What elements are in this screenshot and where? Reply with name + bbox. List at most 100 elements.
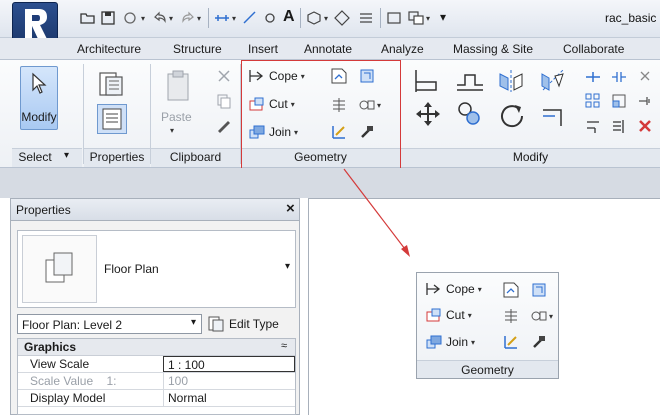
paint-icon — [531, 311, 547, 321]
modify-panel-label: Modify — [512, 150, 549, 164]
cursor-arrow-icon — [32, 72, 47, 94]
callout-panel-label: Geometry — [417, 360, 558, 378]
edit-type-label: Edit Type — [229, 317, 279, 331]
switch-windows-dropdown-icon[interactable]: ▾ — [426, 14, 430, 23]
property-row: Scale Value 1: 100 — [18, 373, 295, 390]
cut-geometry-icon — [426, 308, 441, 322]
quick-access-toolbar — [0, 0, 660, 38]
select-panel-dropdown-icon[interactable]: ▾ — [64, 150, 69, 161]
property-row[interactable]: View Scale 1 : 100 — [18, 356, 295, 373]
open-folder-icon[interactable] — [80, 10, 96, 26]
edit-type-button[interactable]: Edit Type — [207, 314, 296, 334]
unpin-icon[interactable] — [637, 70, 653, 84]
callout-cut-button: Cut ▾ — [425, 307, 472, 323]
select-panel-label[interactable]: Select — [18, 150, 52, 167]
instance-filter-select[interactable]: Floor Plan: Level 2 — [17, 314, 202, 334]
trim-extend-corner-icon[interactable] — [539, 100, 569, 130]
callout-cut-label: Cut — [446, 308, 465, 322]
match-type-icon[interactable] — [216, 118, 232, 134]
scale-icon[interactable] — [611, 93, 627, 109]
measure-icon[interactable] — [214, 10, 230, 26]
paste-dropdown-icon: ▾ — [170, 126, 175, 135]
text-icon[interactable]: A — [283, 8, 295, 26]
trim-extend-single-icon[interactable] — [585, 118, 601, 134]
undo-icon[interactable] — [152, 10, 168, 26]
qat-separator — [208, 8, 209, 28]
split-gap-icon[interactable] — [611, 70, 627, 84]
section-icon[interactable] — [334, 10, 350, 26]
properties-palette-icon — [102, 108, 122, 130]
instance-filter-dropdown-icon[interactable]: ▾ — [191, 317, 196, 328]
delete-icon[interactable] — [637, 118, 653, 134]
tab-collaborate[interactable]: Collaborate — [563, 42, 624, 56]
collapse-icon[interactable]: ≈ — [281, 340, 287, 352]
type-selector-dropdown-icon[interactable]: ▾ — [285, 261, 290, 272]
measure-dropdown-icon[interactable]: ▾ — [232, 14, 236, 23]
copy-clipboard-icon[interactable] — [216, 93, 232, 109]
cut-profile-icon — [503, 282, 519, 298]
qat-separator — [380, 8, 381, 28]
mirror-axis-icon[interactable] — [497, 68, 525, 94]
callout-cope-label: Cope — [446, 282, 475, 296]
geometry-highlight-box — [241, 60, 401, 169]
mirror-draw-icon[interactable] — [539, 68, 567, 94]
tab-insert[interactable]: Insert — [248, 42, 278, 56]
undo-dropdown-icon[interactable]: ▾ — [169, 14, 173, 23]
property-name: View Scale — [30, 357, 90, 371]
close-icon[interactable]: × — [286, 200, 295, 217]
thin-lines-icon[interactable] — [358, 10, 374, 26]
3d-view-dropdown-icon[interactable]: ▾ — [324, 14, 328, 23]
toolbar-gap — [0, 168, 660, 198]
properties-panel-label: Properties — [89, 150, 145, 164]
property-name: Scale Value 1: — [30, 374, 117, 388]
callout-join-button: Join ▾ — [425, 334, 475, 350]
wall-profile-icon — [504, 336, 517, 349]
modify-button-label: Modify — [21, 110, 57, 124]
sync-icon[interactable] — [122, 10, 138, 26]
cut-geometry-dropdown-icon: ▾ — [467, 310, 472, 320]
tab-analyze[interactable]: Analyze — [381, 42, 424, 56]
cope-dropdown-icon: ▾ — [477, 284, 482, 294]
paste-label: Paste — [161, 110, 192, 124]
pin-icon[interactable] — [637, 93, 653, 109]
switch-windows-icon[interactable] — [408, 10, 424, 26]
cut-clipboard-icon[interactable] — [216, 68, 232, 84]
property-row[interactable]: Display Model Normal — [18, 390, 295, 407]
paint-dropdown-icon: ▾ — [549, 312, 554, 321]
offset-icon[interactable] — [455, 68, 485, 94]
sync-dropdown-icon[interactable]: ▾ — [141, 14, 145, 23]
aligned-dimension-icon[interactable] — [242, 10, 258, 26]
type-name: Floor Plan — [104, 262, 159, 276]
redo-dropdown-icon[interactable]: ▾ — [197, 14, 201, 23]
trim-extend-multiple-icon[interactable] — [611, 118, 627, 134]
floor-plan-icon — [45, 252, 73, 283]
callout-arrow — [343, 168, 410, 257]
paste-icon[interactable] — [165, 68, 191, 106]
property-value[interactable]: Normal — [163, 390, 295, 406]
tab-annotate[interactable]: Annotate — [304, 42, 352, 56]
callout-cope-button: Cope ▾ — [425, 281, 482, 297]
array-icon[interactable] — [585, 93, 601, 109]
file-name: rac_basic — [605, 11, 657, 25]
group-name: Graphics — [24, 340, 77, 354]
save-icon[interactable] — [100, 10, 116, 26]
tab-structure[interactable]: Structure — [173, 42, 222, 56]
group-header-graphics[interactable]: Graphics ≈ — [18, 339, 295, 356]
move-icon[interactable] — [413, 100, 443, 130]
split-element-icon[interactable] — [585, 70, 601, 84]
rotate-icon[interactable] — [497, 100, 527, 130]
align-icon[interactable] — [413, 68, 441, 94]
copy-element-icon[interactable] — [455, 100, 485, 130]
tab-architecture[interactable]: Architecture — [77, 42, 141, 56]
property-value-input[interactable]: 1 : 100 — [163, 356, 295, 372]
close-hidden-windows-icon[interactable] — [386, 10, 402, 26]
tab-massing-site[interactable]: Massing & Site — [453, 42, 533, 56]
redo-icon[interactable] — [180, 10, 196, 26]
3d-view-icon[interactable] — [306, 10, 322, 26]
demolish-icon — [533, 336, 545, 348]
instance-filter-value: Floor Plan: Level 2 — [22, 318, 123, 332]
type-properties-icon[interactable] — [97, 70, 125, 98]
wall-joins-icon — [532, 283, 546, 297]
customize-qat-icon[interactable]: ▾ — [440, 10, 446, 24]
tag-icon[interactable] — [262, 10, 278, 26]
